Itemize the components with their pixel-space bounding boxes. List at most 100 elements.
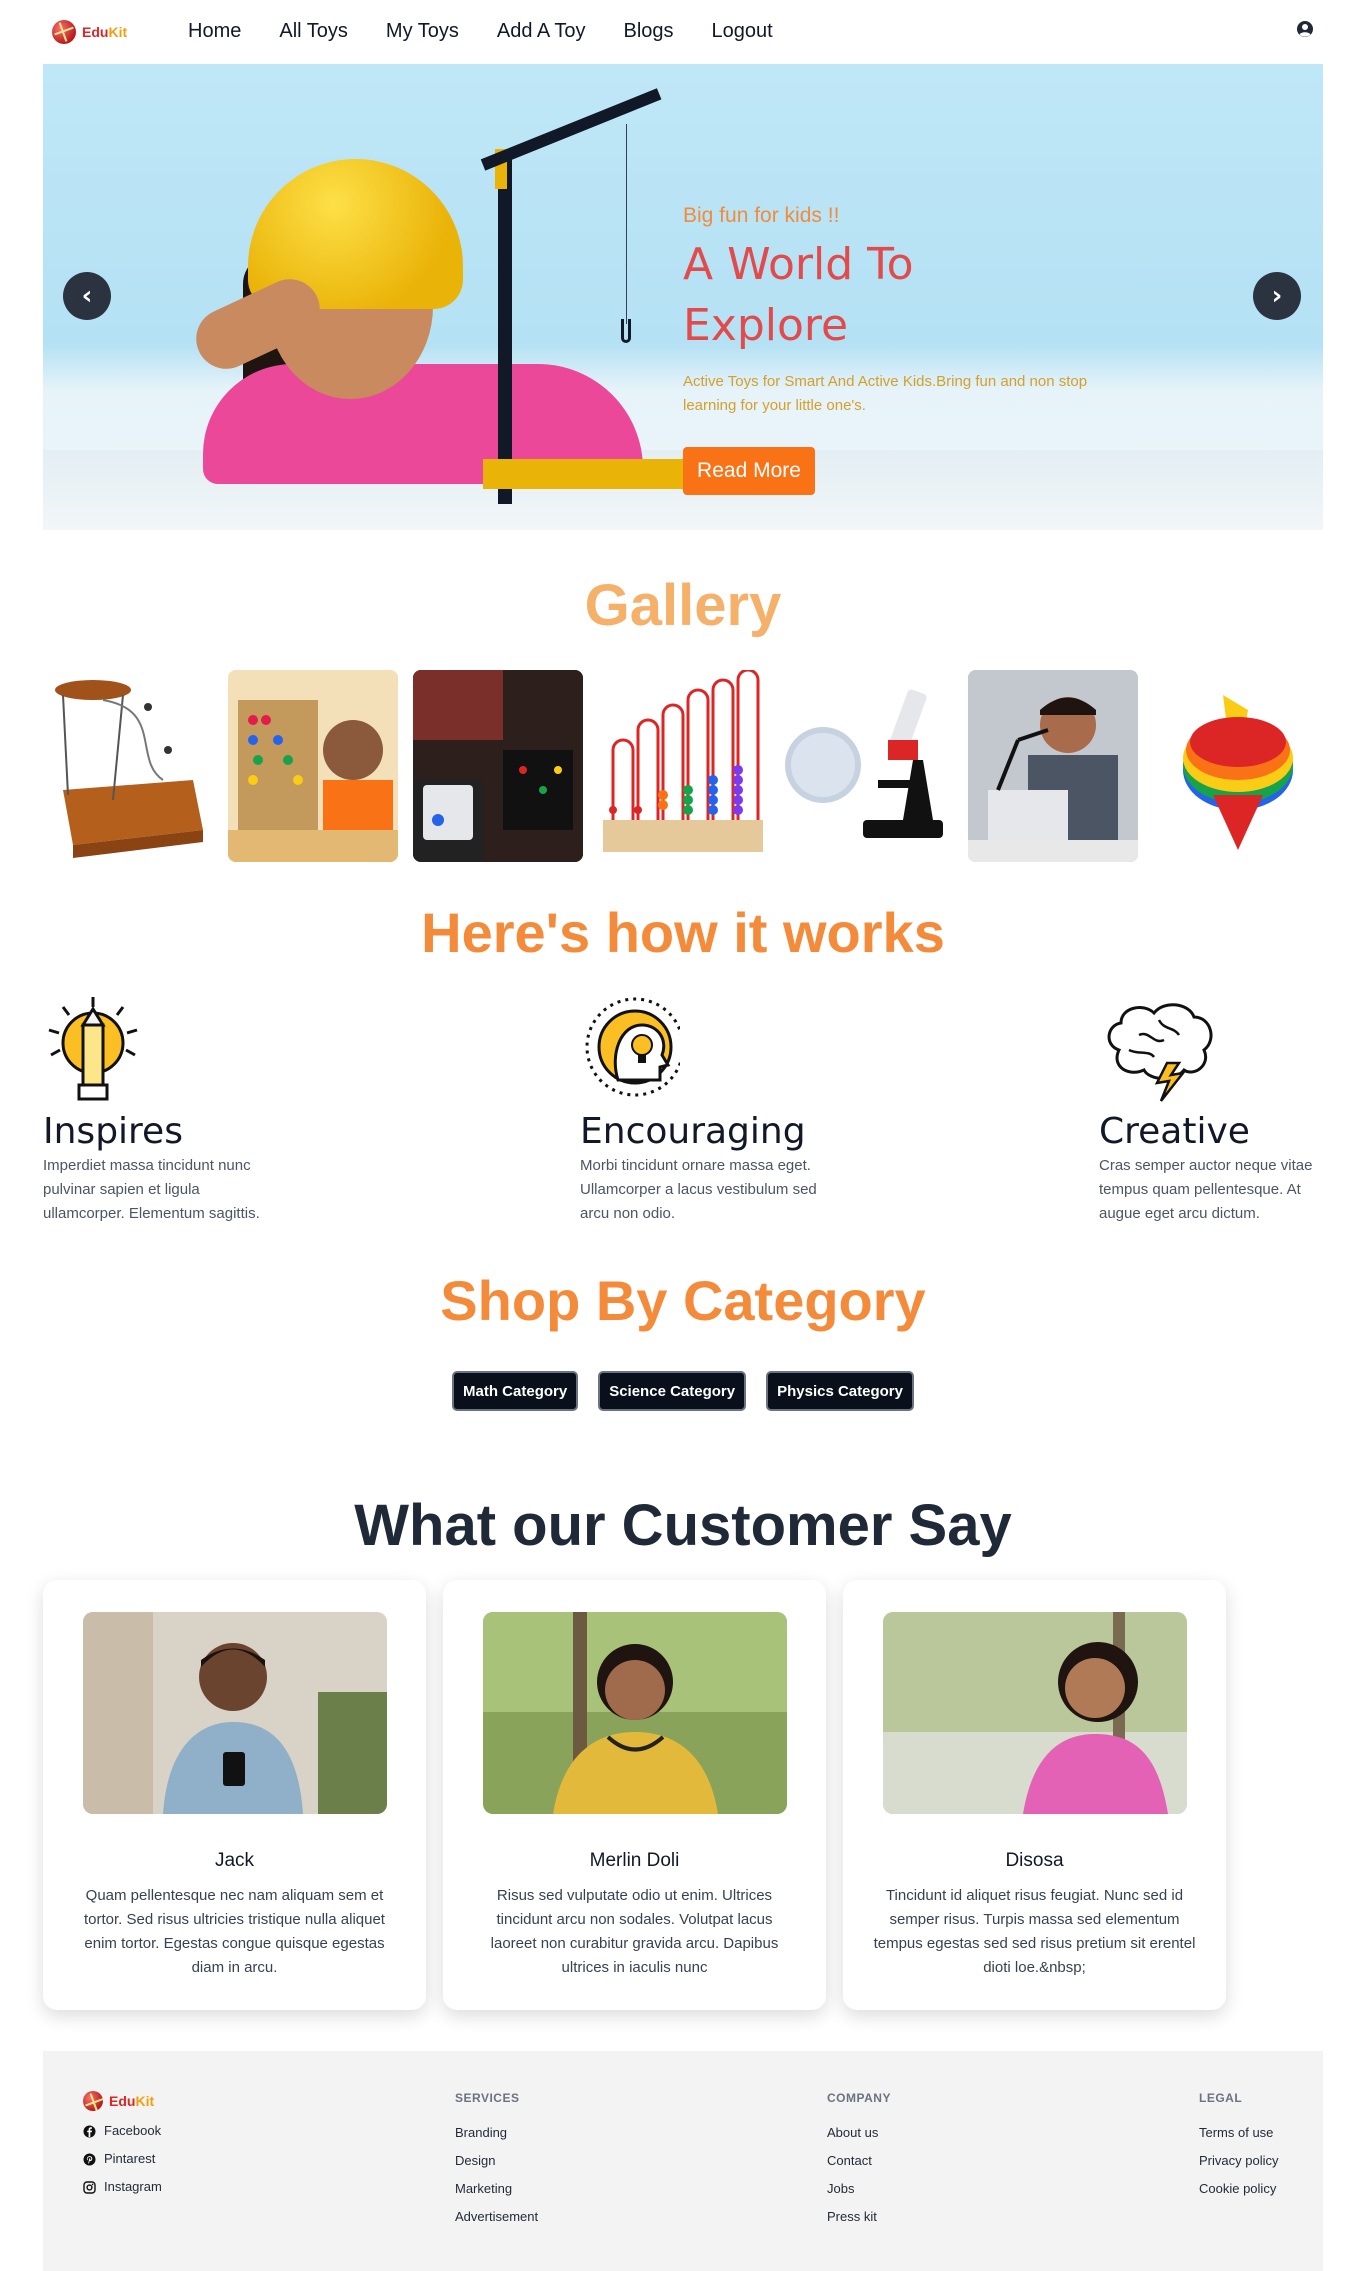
nav-blogs[interactable]: Blogs — [623, 20, 673, 43]
footer-logo[interactable]: EduKit — [83, 2091, 162, 2111]
read-more-button[interactable]: Read More — [683, 447, 815, 495]
footer-company-column: COMPANY About us Contact Jobs Press kit — [827, 2091, 891, 2231]
footer-link[interactable]: Branding — [455, 2119, 538, 2147]
shop-by-category-title: Shop By Category — [440, 1269, 926, 1332]
testimonial-text: Tincidunt id aliquet risus feugiat. Nunc… — [873, 1887, 1196, 1976]
testimonial-photo — [483, 1612, 787, 1814]
footer-link[interactable]: Marketing — [455, 2175, 538, 2203]
pencil-bulb-icon — [48, 997, 138, 1101]
hero-crane-jib — [480, 88, 662, 171]
brain-lightning-icon — [1107, 1003, 1213, 1102]
testimonial-photo — [883, 1612, 1187, 1814]
footer-services-column: SERVICES Branding Design Marketing Adver… — [455, 2091, 538, 2231]
testimonial-text: Risus sed vulputate odio ut enim. Ultric… — [490, 1887, 779, 1976]
how-it-works-title: Here's how it works — [421, 901, 945, 964]
carousel-next-button[interactable]: › — [1253, 272, 1301, 320]
footer-pinterest-link[interactable]: Pintarest — [83, 2145, 162, 2173]
hero-title: A World To Explore — [683, 234, 1143, 356]
footer-link[interactable]: Advertisement — [455, 2203, 538, 2231]
testimonial-name: Merlin Doli — [589, 1850, 680, 1871]
hero-text-block: Big fun for kids !! A World To Explore A… — [683, 204, 1143, 418]
footer-brand-column: EduKit Facebook Pintarest Instagram — [83, 2091, 162, 2201]
head-bulb-icon — [585, 997, 685, 1097]
gallery-image-spinning-top[interactable] — [1153, 670, 1323, 862]
carousel-prev-button[interactable]: ‹ — [63, 272, 111, 320]
gallery-image-electronics-kit[interactable] — [413, 670, 583, 862]
footer-link[interactable]: About us — [827, 2119, 891, 2147]
testimonial-card: Jack Quam pellentesque nec nam aliquam s… — [43, 1580, 426, 2010]
gallery-image-abacus-kid[interactable] — [228, 670, 398, 862]
hero-title-line1: A World To — [683, 239, 914, 290]
testimonials-title: What our Customer Say — [354, 1493, 1012, 1558]
facebook-icon — [83, 2125, 96, 2137]
brand-logo[interactable]: EduKit — [52, 20, 127, 44]
how-item-title: Inspires — [43, 1111, 183, 1152]
brand-name: EduKit — [82, 24, 128, 40]
footer-link-label: Pintarest — [104, 2151, 156, 2166]
footer-link[interactable]: Contact — [827, 2147, 891, 2175]
testimonial-photo — [83, 1612, 387, 1814]
gallery-title: Gallery — [584, 573, 782, 638]
gallery-image-microscope[interactable] — [783, 670, 953, 862]
footer-legal-column: LEGAL Terms of use Privacy policy Cookie… — [1199, 2091, 1278, 2203]
math-category-button[interactable]: Math Category — [452, 1371, 579, 1411]
hero-crane-base — [483, 459, 713, 489]
footer-link[interactable]: Cookie policy — [1199, 2175, 1278, 2203]
footer-link-label: Instagram — [104, 2179, 162, 2194]
testimonial-card: Merlin Doli Risus sed vulputate odio ut … — [443, 1580, 826, 2010]
pinterest-icon — [83, 2153, 96, 2165]
hero-crane-mast — [498, 154, 512, 504]
gallery-strip — [43, 670, 1323, 862]
footer-heading: SERVICES — [455, 2091, 520, 2105]
science-category-button[interactable]: Science Category — [598, 1371, 747, 1411]
how-item-text: Imperdiet massa tincidunt nunc pulvinar … — [43, 1157, 260, 1222]
nav-all-toys[interactable]: All Toys — [279, 20, 348, 43]
footer: EduKit Facebook Pintarest Instagram SERV… — [43, 2051, 1323, 2271]
footer-heading: LEGAL — [1199, 2091, 1243, 2105]
logo-ball-icon — [83, 2091, 103, 2111]
how-item-inspires: Inspires Imperdiet massa tincidunt nunc … — [43, 995, 343, 1226]
brand-name: EduKit — [109, 2093, 155, 2109]
chevron-left-icon: ‹ — [81, 281, 93, 311]
hero-description: Active Toys for Smart And Active Kids.Br… — [683, 373, 1088, 414]
testimonial-name: Jack — [214, 1850, 255, 1871]
hero-subtitle: Big fun for kids !! — [683, 204, 840, 227]
footer-instagram-link[interactable]: Instagram — [83, 2173, 162, 2201]
hero-crane-hook — [621, 319, 631, 343]
hero-carousel: Big fun for kids !! A World To Explore A… — [43, 64, 1323, 530]
nav-my-toys[interactable]: My Toys — [386, 20, 459, 43]
logo-ball-icon — [52, 20, 76, 44]
chevron-right-icon: › — [1271, 281, 1283, 311]
user-circle-icon[interactable] — [1296, 20, 1314, 38]
how-item-encouraging: Encouraging Morbi tincidunt ornare massa… — [580, 995, 880, 1226]
footer-link[interactable]: Terms of use — [1199, 2119, 1278, 2147]
gallery-image-robot-kid[interactable] — [968, 670, 1138, 862]
footer-link[interactable]: Design — [455, 2147, 538, 2175]
physics-category-button[interactable]: Physics Category — [766, 1371, 914, 1411]
testimonial-text: Quam pellentesque nec nam aliquam sem et… — [84, 1887, 385, 1976]
nav-home[interactable]: Home — [188, 20, 241, 43]
testimonial-card: Disosa Tincidunt id aliquet risus feugia… — [843, 1580, 1226, 2010]
hero-title-line2: Explore — [683, 300, 849, 351]
how-item-text: Morbi tincidunt ornare massa eget. Ullam… — [580, 1157, 817, 1222]
footer-link[interactable]: Jobs — [827, 2175, 891, 2203]
hero-crane-cable — [626, 124, 627, 324]
footer-heading: COMPANY — [827, 2091, 891, 2105]
how-item-title: Creative — [1099, 1111, 1250, 1152]
testimonial-name: Disosa — [1005, 1850, 1064, 1871]
gallery-image-abacus[interactable] — [598, 670, 768, 862]
footer-facebook-link[interactable]: Facebook — [83, 2117, 162, 2145]
category-buttons: Math Category Science Category Physics C… — [0, 1371, 1366, 1411]
nav-add-a-toy[interactable]: Add A Toy — [497, 20, 586, 43]
nav-logout[interactable]: Logout — [712, 20, 773, 43]
instagram-icon — [83, 2180, 96, 2194]
how-item-title: Encouraging — [580, 1111, 806, 1152]
navbar: EduKit Home All Toys My Toys Add A Toy B… — [0, 0, 1366, 64]
how-item-creative: Creative Cras semper auctor neque vitae … — [1099, 995, 1329, 1226]
footer-link[interactable]: Press kit — [827, 2203, 891, 2231]
gallery-image-wooden-toy[interactable] — [43, 670, 213, 862]
footer-link-label: Facebook — [104, 2123, 162, 2138]
nav-links: Home All Toys My Toys Add A Toy Blogs Lo… — [188, 20, 811, 43]
footer-link[interactable]: Privacy policy — [1199, 2147, 1278, 2175]
how-item-text: Cras semper auctor neque vitae tempus qu… — [1099, 1157, 1313, 1222]
